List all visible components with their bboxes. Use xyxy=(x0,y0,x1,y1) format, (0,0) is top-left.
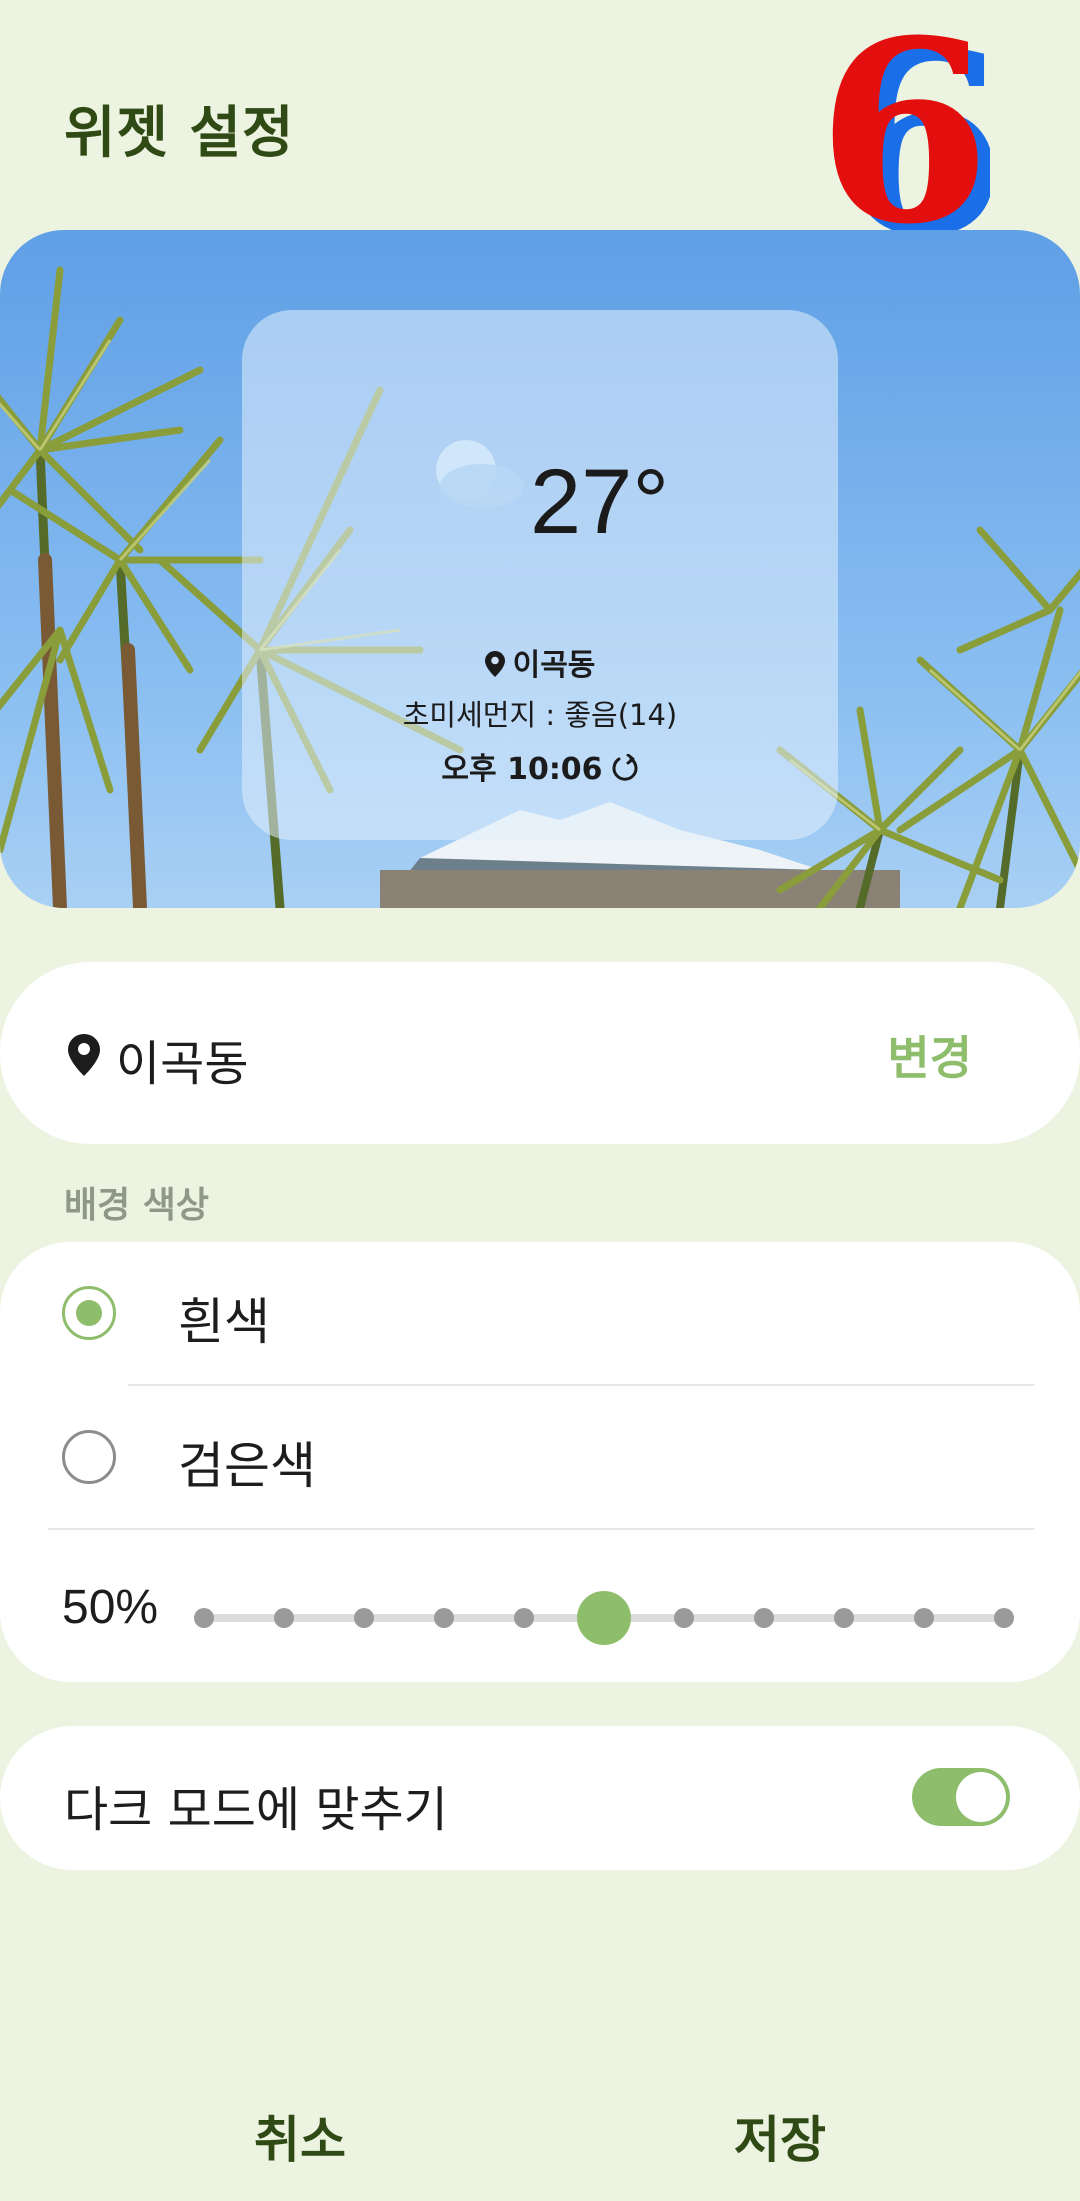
widget-location-label: 이곡동 xyxy=(512,648,596,683)
slider-tick xyxy=(514,1608,534,1628)
background-color-card: 흰색 검은색 50% xyxy=(0,1242,1080,1682)
slider-tick xyxy=(754,1608,774,1628)
slider-tick xyxy=(914,1608,934,1628)
divider xyxy=(128,1384,1034,1386)
slider-tick xyxy=(194,1608,214,1628)
slider-tick xyxy=(674,1608,694,1628)
location-pin-icon xyxy=(484,651,505,677)
updated-time: 오후 10:06 xyxy=(242,744,838,788)
updated-time-label: 오후 10:06 xyxy=(441,752,603,787)
svg-text:6: 6 xyxy=(820,0,990,250)
divider xyxy=(48,1528,1034,1530)
background-color-section-label: 배경 색상 xyxy=(64,1185,210,1226)
cancel-button[interactable]: 취소 xyxy=(254,2100,346,2172)
location-name: 이곡동 xyxy=(116,1036,249,1092)
refresh-icon[interactable] xyxy=(611,754,639,782)
page-title: 위젯 설정 xyxy=(64,101,295,166)
slider-tick xyxy=(354,1608,374,1628)
transparency-value: 50% xyxy=(62,1581,159,1634)
slider-thumb[interactable] xyxy=(577,1591,631,1645)
number-six-badge: 6 6 xyxy=(820,0,990,250)
location-pin-icon xyxy=(68,1034,100,1076)
black-option-label[interactable]: 검은색 xyxy=(178,1426,316,1498)
white-option-label[interactable]: 흰색 xyxy=(178,1282,270,1354)
slider-tick xyxy=(434,1608,454,1628)
slider-tick xyxy=(994,1608,1014,1628)
widget-location: 이곡동 xyxy=(242,640,838,684)
fine-dust-status: 초미세먼지 : 좋음(14) xyxy=(402,698,678,732)
toggle-knob xyxy=(956,1772,1006,1822)
slider-tick xyxy=(274,1608,294,1628)
white-radio[interactable] xyxy=(62,1286,116,1340)
partly-cloudy-icon xyxy=(436,440,524,508)
save-button[interactable]: 저장 xyxy=(734,2100,826,2172)
dark-mode-toggle[interactable] xyxy=(912,1768,1010,1826)
temperature: 27° xyxy=(530,451,670,553)
transparency-slider[interactable] xyxy=(194,1591,1014,1645)
location-card[interactable]: 이곡동 변경 xyxy=(0,962,1080,1144)
dark-mode-card[interactable]: 다크 모드에 맞추기 xyxy=(0,1726,1080,1870)
slider-tick xyxy=(834,1608,854,1628)
change-location-button[interactable]: 변경 xyxy=(887,1022,972,1088)
widget-preview: 27° 이곡동 초미세먼지 : 좋음(14) 오후 10:06 xyxy=(0,230,1080,908)
dark-mode-label: 다크 모드에 맞추기 xyxy=(64,1782,448,1838)
weather-widget-card: 27° 이곡동 초미세먼지 : 좋음(14) 오후 10:06 xyxy=(242,310,838,840)
black-radio[interactable] xyxy=(62,1430,116,1484)
